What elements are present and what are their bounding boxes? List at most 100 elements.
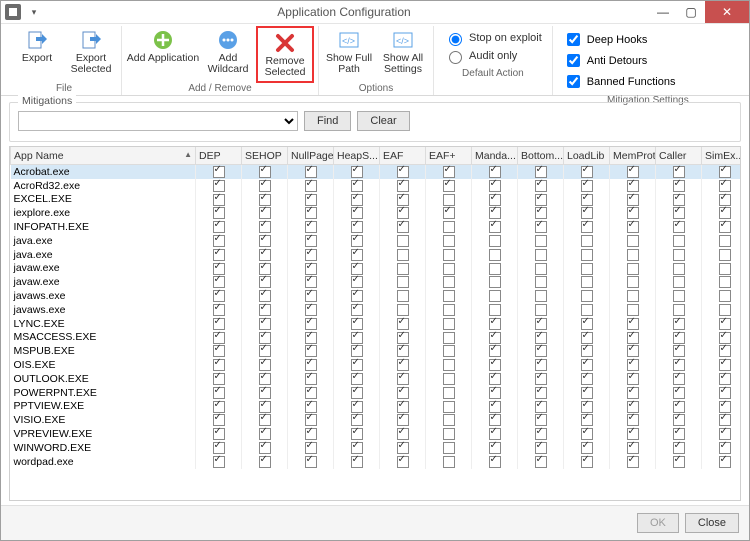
checkbox-icon[interactable] (581, 345, 593, 357)
mitigation-cell[interactable] (518, 427, 564, 441)
checkbox-icon[interactable] (259, 401, 271, 413)
find-button[interactable]: Find (304, 111, 351, 131)
checkbox-icon[interactable] (259, 332, 271, 344)
mitigation-cell[interactable] (472, 331, 518, 345)
mitigation-cell[interactable] (288, 165, 334, 179)
app-name-cell[interactable]: java.exe (11, 234, 196, 248)
app-name-cell[interactable]: EXCEL.EXE (11, 193, 196, 207)
mitigation-cell[interactable] (334, 372, 380, 386)
mitigation-cell[interactable] (426, 372, 472, 386)
checkbox-icon[interactable] (627, 207, 639, 219)
mitigation-cell[interactable] (288, 358, 334, 372)
checkbox-icon[interactable] (213, 235, 225, 247)
mitigation-cell[interactable] (518, 248, 564, 262)
checkbox-icon[interactable] (581, 428, 593, 440)
mitigation-cell[interactable] (426, 427, 472, 441)
mitigation-cell[interactable] (242, 400, 288, 414)
checkbox-icon[interactable] (443, 263, 455, 275)
checkbox-icon[interactable] (535, 304, 547, 316)
mitigation-cell[interactable] (610, 386, 656, 400)
table-row[interactable]: MSACCESS.EXE (11, 331, 742, 345)
mitigation-cell[interactable] (564, 179, 610, 193)
checkbox-icon[interactable] (535, 442, 547, 454)
table-row[interactable]: OUTLOOK.EXE (11, 372, 742, 386)
checkbox-icon[interactable] (581, 290, 593, 302)
table-row[interactable]: INFOPATH.EXE (11, 220, 742, 234)
mitigation-cell[interactable] (702, 400, 742, 414)
mitigation-cell[interactable] (702, 358, 742, 372)
mitigation-cell[interactable] (334, 289, 380, 303)
mitigation-cell[interactable] (196, 165, 242, 179)
mitigation-cell[interactable] (472, 372, 518, 386)
mitigation-cell[interactable] (196, 386, 242, 400)
checkbox-icon[interactable] (443, 414, 455, 426)
mitigation-cell[interactable] (610, 220, 656, 234)
checkbox-icon[interactable] (213, 194, 225, 206)
checkbox-icon[interactable] (305, 263, 317, 275)
qat-dropdown-icon[interactable]: ▾ (29, 7, 39, 18)
mitigation-cell[interactable] (610, 262, 656, 276)
checkbox-icon[interactable] (259, 414, 271, 426)
checkbox-icon[interactable] (259, 249, 271, 261)
checkbox-icon[interactable] (305, 207, 317, 219)
mitigation-cell[interactable] (610, 179, 656, 193)
checkbox-icon[interactable] (351, 456, 363, 468)
checkbox-icon[interactable] (581, 332, 593, 344)
mitigation-cell[interactable] (426, 413, 472, 427)
mitigation-cell[interactable] (334, 441, 380, 455)
checkbox-icon[interactable] (581, 207, 593, 219)
checkbox-icon[interactable] (351, 276, 363, 288)
mitigation-cell[interactable] (334, 275, 380, 289)
mitigation-cell[interactable] (196, 358, 242, 372)
mitigation-cell[interactable] (656, 303, 702, 317)
checkbox-icon[interactable] (305, 332, 317, 344)
mitigation-cell[interactable] (702, 303, 742, 317)
mitigation-cell[interactable] (380, 372, 426, 386)
mitigation-cell[interactable] (564, 303, 610, 317)
checkbox-icon[interactable] (627, 180, 639, 192)
mitigation-cell[interactable] (288, 441, 334, 455)
checkbox-icon[interactable] (581, 387, 593, 399)
checkbox-icon[interactable] (673, 249, 685, 261)
mitigation-cell[interactable] (518, 441, 564, 455)
checkbox-icon[interactable] (489, 221, 501, 233)
mitigation-cell[interactable] (564, 262, 610, 276)
checkbox-icon[interactable] (397, 414, 409, 426)
mitigation-cell[interactable] (288, 179, 334, 193)
checkbox-icon[interactable] (627, 359, 639, 371)
mitigation-cell[interactable] (426, 193, 472, 207)
checkbox-icon[interactable] (351, 414, 363, 426)
mitigation-cell[interactable] (288, 262, 334, 276)
checkbox-icon[interactable] (581, 221, 593, 233)
checkbox-icon[interactable] (305, 428, 317, 440)
checkbox-icon[interactable] (213, 304, 225, 316)
app-name-cell[interactable]: WINWORD.EXE (11, 441, 196, 455)
checkbox-icon[interactable] (397, 401, 409, 413)
mitigation-cell[interactable] (472, 165, 518, 179)
mitigation-cell[interactable] (380, 262, 426, 276)
mitigation-cell[interactable] (472, 344, 518, 358)
mitigation-cell[interactable] (564, 358, 610, 372)
mitigation-cell[interactable] (518, 220, 564, 234)
mitigation-cell[interactable] (426, 275, 472, 289)
mitigation-cell[interactable] (334, 427, 380, 441)
checkbox-icon[interactable] (489, 276, 501, 288)
mitigation-cell[interactable] (656, 386, 702, 400)
checkbox-icon[interactable] (627, 304, 639, 316)
checkbox-icon[interactable] (259, 387, 271, 399)
mitigation-cell[interactable] (702, 289, 742, 303)
table-row[interactable]: javaws.exe (11, 303, 742, 317)
checkbox-icon[interactable] (627, 235, 639, 247)
checkbox-icon[interactable] (489, 442, 501, 454)
mitigation-cell[interactable] (610, 413, 656, 427)
checkbox-icon[interactable] (213, 318, 225, 330)
checkbox-icon[interactable] (397, 221, 409, 233)
mitigation-cell[interactable] (288, 289, 334, 303)
checkbox-icon[interactable] (489, 166, 501, 178)
deep-hooks-checkbox[interactable]: Deep Hooks (563, 30, 648, 49)
checkbox-icon[interactable] (351, 194, 363, 206)
checkbox-icon[interactable] (259, 318, 271, 330)
mitigation-cell[interactable] (610, 427, 656, 441)
mitigation-cell[interactable] (702, 275, 742, 289)
mitigation-cell[interactable] (334, 206, 380, 220)
